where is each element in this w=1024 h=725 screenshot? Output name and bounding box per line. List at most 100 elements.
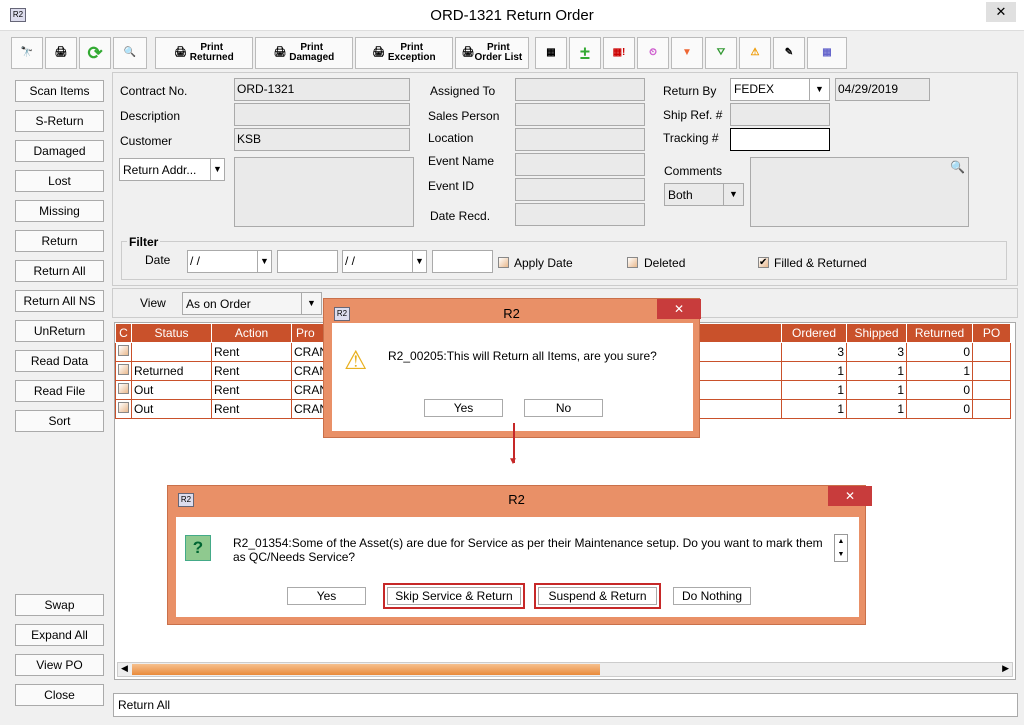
suspend-return-button[interactable]: Suspend & Return xyxy=(534,583,661,609)
scan-items-button[interactable]: Scan Items xyxy=(15,80,104,102)
yes-button[interactable]: Yes xyxy=(424,399,503,417)
print-icon[interactable]: 🖨 xyxy=(45,37,77,69)
view-dropdown[interactable]: As on Order ▼ xyxy=(182,292,322,315)
assigned-to-label: Assigned To xyxy=(430,84,496,98)
skip-service-return-button[interactable]: Skip Service & Return xyxy=(383,583,525,609)
binoculars-icon[interactable]: 🔭 xyxy=(11,37,43,69)
scanner-alert-icon[interactable]: ▦! xyxy=(603,37,635,69)
s-return-button[interactable]: S-Return xyxy=(15,110,104,132)
chevron-down-icon[interactable]: ▼ xyxy=(257,251,271,272)
col-action[interactable]: Action xyxy=(211,323,292,343)
read-file-button[interactable]: Read File xyxy=(15,380,104,402)
print-order-list-button[interactable]: 🖨 Print Order List xyxy=(455,37,529,69)
scrollbar-thumb[interactable] xyxy=(132,664,600,675)
grid-select-icon[interactable]: ▦ xyxy=(807,37,847,69)
unreturn-button[interactable]: UnReturn xyxy=(15,320,104,342)
dialog-body: ? R2_01354:Some of the Asset(s) are due … xyxy=(176,517,859,617)
filter-check-icon[interactable]: ⛛ xyxy=(705,37,737,69)
scroll-left-icon[interactable]: ◀ xyxy=(121,663,128,674)
customer-label: Customer xyxy=(120,134,173,148)
window-close-button[interactable]: ✕ xyxy=(986,2,1016,22)
cell-ordered: 1 xyxy=(781,380,847,400)
schedule-icon[interactable]: ⏲ xyxy=(637,37,669,69)
funnel-icon[interactable]: ▼ xyxy=(671,37,703,69)
sort-button[interactable]: Sort xyxy=(15,410,104,432)
assigned-to-field[interactable] xyxy=(515,78,645,101)
chevron-down-icon[interactable]: ▼ xyxy=(412,251,426,272)
location-field[interactable] xyxy=(515,128,645,151)
filled-returned-checkbox[interactable]: ✔ xyxy=(758,257,769,268)
apply-date-checkbox[interactable] xyxy=(498,257,509,268)
time-to-field[interactable] xyxy=(432,250,493,273)
date-recd-field[interactable] xyxy=(515,203,645,226)
col-returned[interactable]: Returned xyxy=(906,323,973,343)
dialog-message: R2_01354:Some of the Asset(s) are due fo… xyxy=(233,536,823,564)
return-button[interactable]: Return xyxy=(15,230,104,252)
comments-box[interactable]: 🔍 xyxy=(750,157,969,227)
scroll-right-icon[interactable]: ▶ xyxy=(1002,663,1009,674)
chevron-down-icon: ▼ xyxy=(301,293,321,314)
horizontal-scrollbar[interactable]: ◀ ▶ xyxy=(117,662,1013,677)
yes-button[interactable]: Yes xyxy=(287,587,366,605)
scanner-icon[interactable]: ▦ xyxy=(535,37,567,69)
damaged-button[interactable]: Damaged xyxy=(15,140,104,162)
search-icon[interactable]: 🔍 xyxy=(950,160,965,174)
return-by-dropdown[interactable]: FEDEX ▼ xyxy=(730,78,830,101)
return-address-dropdown[interactable]: Return Addr... ▼ xyxy=(119,158,225,181)
do-nothing-button[interactable]: Do Nothing xyxy=(673,587,751,605)
chevron-down-icon: ▼ xyxy=(210,159,224,180)
sales-person-field[interactable] xyxy=(515,103,645,126)
missing-button[interactable]: Missing xyxy=(15,200,104,222)
time-from-field[interactable] xyxy=(277,250,338,273)
comments-filter-dropdown[interactable]: Both ▼ xyxy=(664,183,744,206)
deleted-checkbox[interactable] xyxy=(627,257,638,268)
no-button[interactable]: No xyxy=(524,399,603,417)
print-returned-button[interactable]: 🖨 Print Returned xyxy=(155,37,253,69)
print-exception-button[interactable]: 🖨 Print Exception xyxy=(355,37,453,69)
col-c[interactable]: C xyxy=(115,323,132,343)
customer-field[interactable]: KSB xyxy=(234,128,410,151)
col-status[interactable]: Status xyxy=(131,323,212,343)
return-all-ns-button[interactable]: Return All NS xyxy=(15,290,104,312)
col-ordered[interactable]: Ordered xyxy=(781,323,847,343)
event-name-field[interactable] xyxy=(515,153,645,176)
expand-all-button[interactable]: Expand All xyxy=(15,624,104,646)
zoom-icon[interactable]: 🔍 xyxy=(113,37,147,69)
row-checkbox[interactable] xyxy=(115,361,132,381)
dialog-close-button[interactable]: ✕ xyxy=(657,299,701,319)
return-date-field[interactable]: 04/29/2019 xyxy=(835,78,930,101)
refresh-icon[interactable]: ⟳ xyxy=(79,37,111,69)
event-id-label: Event ID xyxy=(428,179,475,193)
close-button[interactable]: Close xyxy=(15,684,104,706)
row-checkbox[interactable] xyxy=(115,342,132,362)
col-shipped[interactable]: Shipped xyxy=(846,323,907,343)
cell-returned: 0 xyxy=(906,380,973,400)
print-damaged-button[interactable]: 🖨 Print Damaged xyxy=(255,37,353,69)
row-checkbox[interactable] xyxy=(115,399,132,419)
warning-document-icon[interactable]: ⚠ xyxy=(739,37,771,69)
edit-notes-icon[interactable]: ✎ xyxy=(773,37,805,69)
read-data-button[interactable]: Read Data xyxy=(15,350,104,372)
message-scrollbar[interactable]: ▲ ▼ xyxy=(834,534,848,562)
cell-action: Rent xyxy=(211,342,292,362)
dialog-close-button[interactable]: ✕ xyxy=(828,486,872,506)
col-po[interactable]: PO xyxy=(972,323,1011,343)
lost-button[interactable]: Lost xyxy=(15,170,104,192)
cell-po xyxy=(972,380,1011,400)
window-title: ORD-1321 Return Order xyxy=(430,7,594,24)
ship-ref-field[interactable] xyxy=(730,103,830,126)
description-field[interactable] xyxy=(234,103,410,126)
return-address-box[interactable] xyxy=(234,157,414,227)
contract-field[interactable]: ORD-1321 xyxy=(234,78,410,101)
event-name-label: Event Name xyxy=(428,154,495,168)
add-remove-icon[interactable]: ± xyxy=(569,37,601,69)
swap-button[interactable]: Swap xyxy=(15,594,104,616)
dialog-message: R2_00205:This will Return all Items, are… xyxy=(388,349,657,363)
tracking-field[interactable] xyxy=(730,128,830,151)
event-id-field[interactable] xyxy=(515,178,645,201)
row-checkbox[interactable] xyxy=(115,380,132,400)
view-po-button[interactable]: View PO xyxy=(15,654,104,676)
return-all-button[interactable]: Return All xyxy=(15,260,104,282)
contract-label: Contract No. xyxy=(120,84,188,98)
cell-status xyxy=(131,342,212,362)
